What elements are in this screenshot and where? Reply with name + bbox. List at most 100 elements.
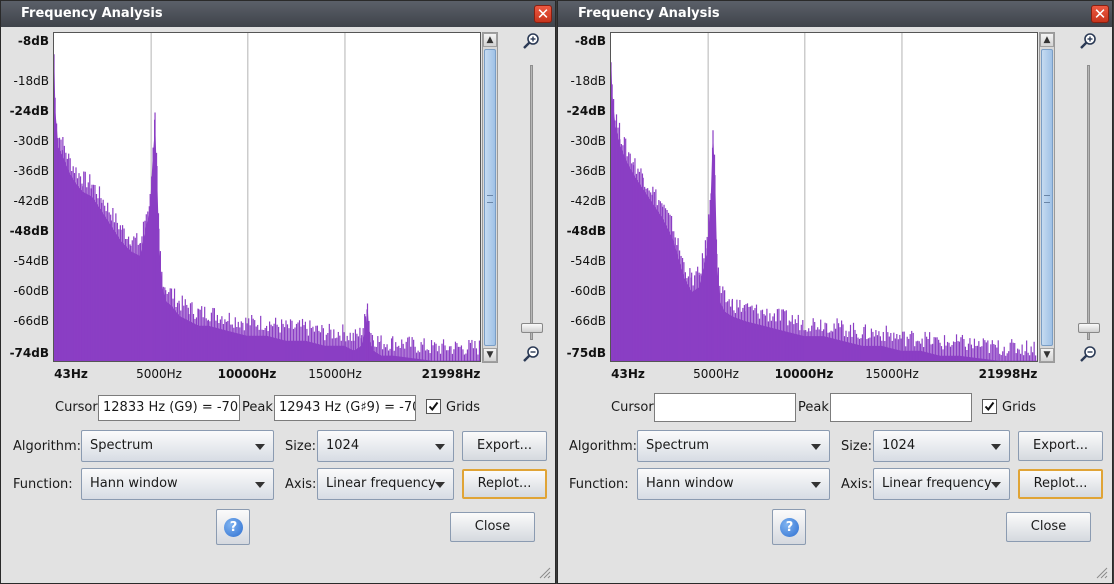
x-tick-label: 10000Hz [217,367,277,381]
help-button[interactable]: ? [216,509,250,545]
cursor-readout-field[interactable] [654,393,796,422]
grids-checkbox[interactable] [982,399,997,414]
y-tick-label: -42dB [13,194,49,208]
y-tick-label: -48dB [9,224,49,238]
spectrum-plot[interactable] [610,32,1038,362]
scroll-down-arrow-icon[interactable]: ▼ [1040,348,1054,362]
chevron-down-icon [811,444,821,450]
resize-grip-icon[interactable] [1094,565,1108,579]
y-tick-label: -75dB [566,346,606,360]
scroll-thumb[interactable] [484,49,496,346]
y-tick-label: -54dB [13,254,49,268]
replot-button[interactable]: Replot... [462,469,547,499]
scroll-down-arrow-icon[interactable]: ▼ [483,348,497,362]
function-value: Hann window [90,476,178,491]
replot-button[interactable]: Replot... [1018,469,1103,499]
title-bar[interactable]: Frequency Analysis ✕ [558,1,1112,27]
x-axis-labels: 43Hz 5000Hz 10000Hz 15000Hz 21998Hz [53,367,483,383]
function-label: Function: [569,477,629,492]
y-tick-label: -48dB [566,224,606,238]
vertical-scrollbar[interactable]: ▲ ▼ [1039,32,1055,363]
zoom-slider-thumb[interactable] [1078,323,1100,333]
y-tick-label: -42dB [570,194,606,208]
grids-checkbox[interactable] [426,399,441,414]
chevron-down-icon [991,482,1001,488]
export-button[interactable]: Export... [1018,431,1103,461]
window-title: Frequency Analysis [578,6,720,21]
algorithm-value: Spectrum [646,438,709,453]
x-tick-label: 10000Hz [774,367,834,381]
help-icon: ? [224,518,243,537]
axis-dropdown[interactable]: Linear frequency [317,468,454,500]
chevron-down-icon [811,482,821,488]
algorithm-dropdown[interactable]: Spectrum [81,430,274,462]
y-tick-label: -36dB [570,164,606,178]
checkmark-icon [428,401,439,412]
peak-readout-field[interactable]: 12943 Hz (G♯9) = -70.5 dB [274,395,416,421]
y-tick-label: -74dB [9,346,49,360]
export-button[interactable]: Export... [462,431,547,461]
window-close-icon[interactable]: ✕ [1091,5,1109,23]
scroll-up-arrow-icon[interactable]: ▲ [1040,33,1054,47]
y-tick-label: -66dB [13,314,49,328]
x-tick-label: 21998Hz [978,367,1038,381]
zoom-in-icon[interactable] [522,32,540,50]
vertical-scrollbar[interactable]: ▲ ▼ [482,32,498,363]
spectrum-plot[interactable] [53,32,481,362]
algorithm-label: Algorithm: [13,439,82,454]
grids-label: Grids [446,400,481,415]
y-tick-label: -18dB [570,74,606,88]
grids-label: Grids [1002,400,1037,415]
chevron-down-icon [991,444,1001,450]
spectrum-svg [54,33,480,361]
axis-dropdown[interactable]: Linear frequency [873,468,1010,500]
window-title: Frequency Analysis [21,6,163,21]
size-dropdown[interactable]: 1024 [873,430,1010,462]
function-dropdown[interactable]: Hann window [81,468,274,500]
function-dropdown[interactable]: Hann window [637,468,830,500]
y-tick-label: -60dB [570,284,606,298]
scroll-up-arrow-icon[interactable]: ▲ [483,33,497,47]
algorithm-label: Algorithm: [569,439,638,454]
axis-value: Linear frequency [326,476,436,491]
size-label: Size: [841,439,873,454]
cursor-label: Cursor: [611,400,658,415]
window-close-icon[interactable]: ✕ [534,5,552,23]
y-tick-label: -18dB [13,74,49,88]
grip-icon [487,195,493,203]
y-tick-label: -24dB [566,104,606,118]
zoom-out-icon[interactable] [522,345,540,363]
help-button[interactable]: ? [772,509,806,545]
help-icon: ? [780,518,799,537]
scroll-thumb[interactable] [1041,49,1053,346]
size-value: 1024 [326,438,360,453]
x-tick-label: 21998Hz [421,367,481,381]
zoom-in-icon[interactable] [1079,32,1097,50]
title-bar[interactable]: Frequency Analysis ✕ [1,1,555,27]
x-tick-label: 5000Hz [693,367,739,381]
close-button[interactable]: Close [450,512,535,542]
y-tick-label: -36dB [13,164,49,178]
resize-grip-icon[interactable] [537,565,551,579]
algorithm-dropdown[interactable]: Spectrum [637,430,830,462]
peak-readout-field[interactable] [830,393,972,422]
x-axis-labels: 43Hz 5000Hz 10000Hz 15000Hz 21998Hz [610,367,1040,383]
x-tick-label: 43Hz [54,367,88,381]
zoom-out-icon[interactable] [1079,345,1097,363]
chevron-down-icon [255,444,265,450]
y-tick-label: -60dB [13,284,49,298]
zoom-slider-thumb[interactable] [521,323,543,333]
y-tick-label: -8dB [17,34,49,48]
size-value: 1024 [882,438,916,453]
size-dropdown[interactable]: 1024 [317,430,454,462]
axis-value: Linear frequency [882,476,992,491]
y-tick-label: -66dB [570,314,606,328]
chevron-down-icon [255,482,265,488]
grip-icon [1044,195,1050,203]
close-button[interactable]: Close [1006,512,1091,542]
zoom-slider-track[interactable] [530,65,533,340]
chevron-down-icon [435,482,445,488]
cursor-readout-field[interactable]: 12833 Hz (G9) = -70 dB [98,395,240,421]
chevron-down-icon [435,444,445,450]
zoom-slider-track[interactable] [1087,65,1090,340]
